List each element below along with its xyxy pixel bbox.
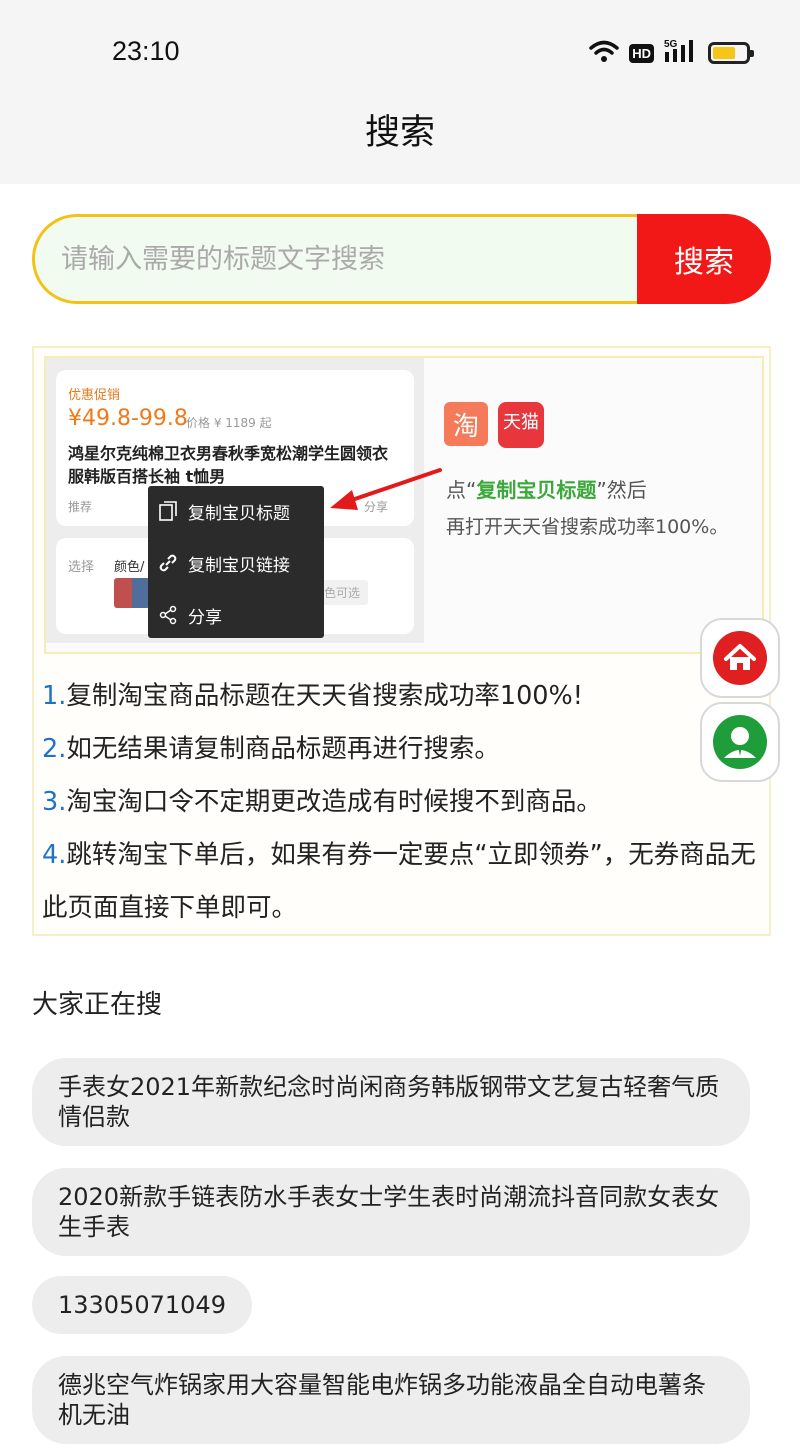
instruction-number: 3. (42, 787, 67, 817)
instruction-item: 1.复制淘宝商品标题在天天省搜索成功率100%! (42, 670, 766, 723)
promo-tag: 优惠促销 (68, 388, 121, 403)
search-bar: 搜索 (32, 214, 771, 304)
tip-line-2: 再打开天天省搜索成功率100%。 (446, 516, 729, 538)
network-label: 5G (664, 39, 678, 50)
home-icon (713, 631, 767, 685)
tip-line-1: 点“复制宝贝标题”然后 (446, 474, 647, 503)
user-icon (713, 715, 767, 769)
taobao-logo: 淘 (444, 402, 488, 446)
hot-search-item[interactable]: 13305071049 (32, 1276, 252, 1334)
hot-search-item[interactable]: 德兆空气炸锅家用大容量智能电炸锅多功能液晶全自动电薯条机无油 (32, 1356, 750, 1444)
instructions: 1.复制淘宝商品标题在天天省搜索成功率100%! 2.如无结果请复制商品标题再进… (42, 670, 766, 935)
tip-prefix: 点“ (446, 478, 477, 502)
brand-logos: 淘 天猫 (444, 402, 544, 448)
instruction-item: 4.跳转淘宝下单后，如果有券一定要点“立即领券”，无券商品无此页面直接下单即可。 (42, 829, 766, 935)
instruction-text: 跳转淘宝下单后，如果有券一定要点“立即领券”，无券商品无此页面直接下单即可。 (42, 840, 756, 923)
instruction-number: 4. (42, 840, 67, 870)
instruction-text: 如无结果请复制商品标题再进行搜索。 (66, 734, 500, 764)
search-button[interactable]: 搜索 (637, 214, 771, 304)
original-price: 价格 ¥ 1189 起 (186, 416, 272, 430)
search-input[interactable] (32, 214, 637, 304)
status-bar: 23:10 HD 5G (0, 0, 800, 100)
home-button[interactable] (700, 618, 780, 698)
instruction-item: 3.淘宝淘口令不定期更改造成有时候搜不到商品。 (42, 776, 766, 829)
menu-label-copy-link: 复制宝贝链接 (188, 555, 290, 576)
menu-item-copy-link: 复制宝贝链接 (158, 538, 318, 588)
tmall-logo: 天猫 (498, 402, 544, 448)
signal-icon: 5G (664, 38, 698, 68)
color-label: 颜色/ (114, 560, 145, 575)
context-menu: 复制宝贝标题 复制宝贝链接 分享 (148, 486, 324, 638)
product-thumbnail (114, 578, 150, 608)
guide-image: 优惠促销 ¥49.8-99.8 价格 ¥ 1189 起 鸿星尔克纯棉卫衣男春秋季… (44, 356, 764, 654)
hot-search-item[interactable]: 2020新款手链表防水手表女士学生表时尚潮流抖音同款女表女生手表 (32, 1168, 750, 1256)
instruction-item: 2.如无结果请复制商品标题再进行搜索。 (42, 723, 766, 776)
select-label: 选择 (68, 560, 95, 575)
menu-label-copy-title: 复制宝贝标题 (188, 503, 290, 524)
title-bar: 搜索 (0, 100, 800, 184)
instruction-number: 2. (42, 734, 67, 764)
profile-button[interactable] (700, 702, 780, 782)
status-icons: HD 5G (589, 38, 754, 68)
menu-item-copy-title: 复制宝贝标题 (158, 486, 318, 536)
guide-box: 优惠促销 ¥49.8-99.8 价格 ¥ 1189 起 鸿星尔克纯棉卫衣男春秋季… (32, 346, 771, 936)
menu-label-share: 分享 (188, 607, 222, 628)
status-time: 23:10 (112, 36, 180, 66)
tip-highlight: 复制宝贝标题 (476, 478, 597, 502)
instruction-number: 1. (42, 681, 67, 711)
product-price: ¥49.8-99.8 (68, 406, 188, 431)
battery-icon (708, 42, 754, 64)
instruction-text: 复制淘宝商品标题在天天省搜索成功率100%! (66, 681, 583, 711)
red-arrow-icon (330, 468, 442, 510)
instruction-text: 淘宝淘口令不定期更改造成有时候搜不到商品。 (66, 787, 602, 817)
copy-icon (158, 501, 178, 521)
tip-suffix: ”然后 (596, 478, 647, 502)
recommend-label: 推荐 (68, 500, 93, 514)
battery-level (713, 47, 736, 59)
page-title: 搜索 (364, 113, 435, 153)
hot-search-item[interactable]: 手表女2021年新款纪念时尚闲商务韩版钢带文艺复古轻奢气质情侣款 (32, 1058, 750, 1146)
link-icon (158, 553, 178, 573)
wifi-icon (589, 39, 619, 67)
hot-search-title: 大家正在搜 (32, 990, 163, 1020)
menu-item-share: 分享 (158, 590, 318, 640)
hd-badge: HD (629, 43, 654, 63)
share-icon (158, 605, 178, 625)
